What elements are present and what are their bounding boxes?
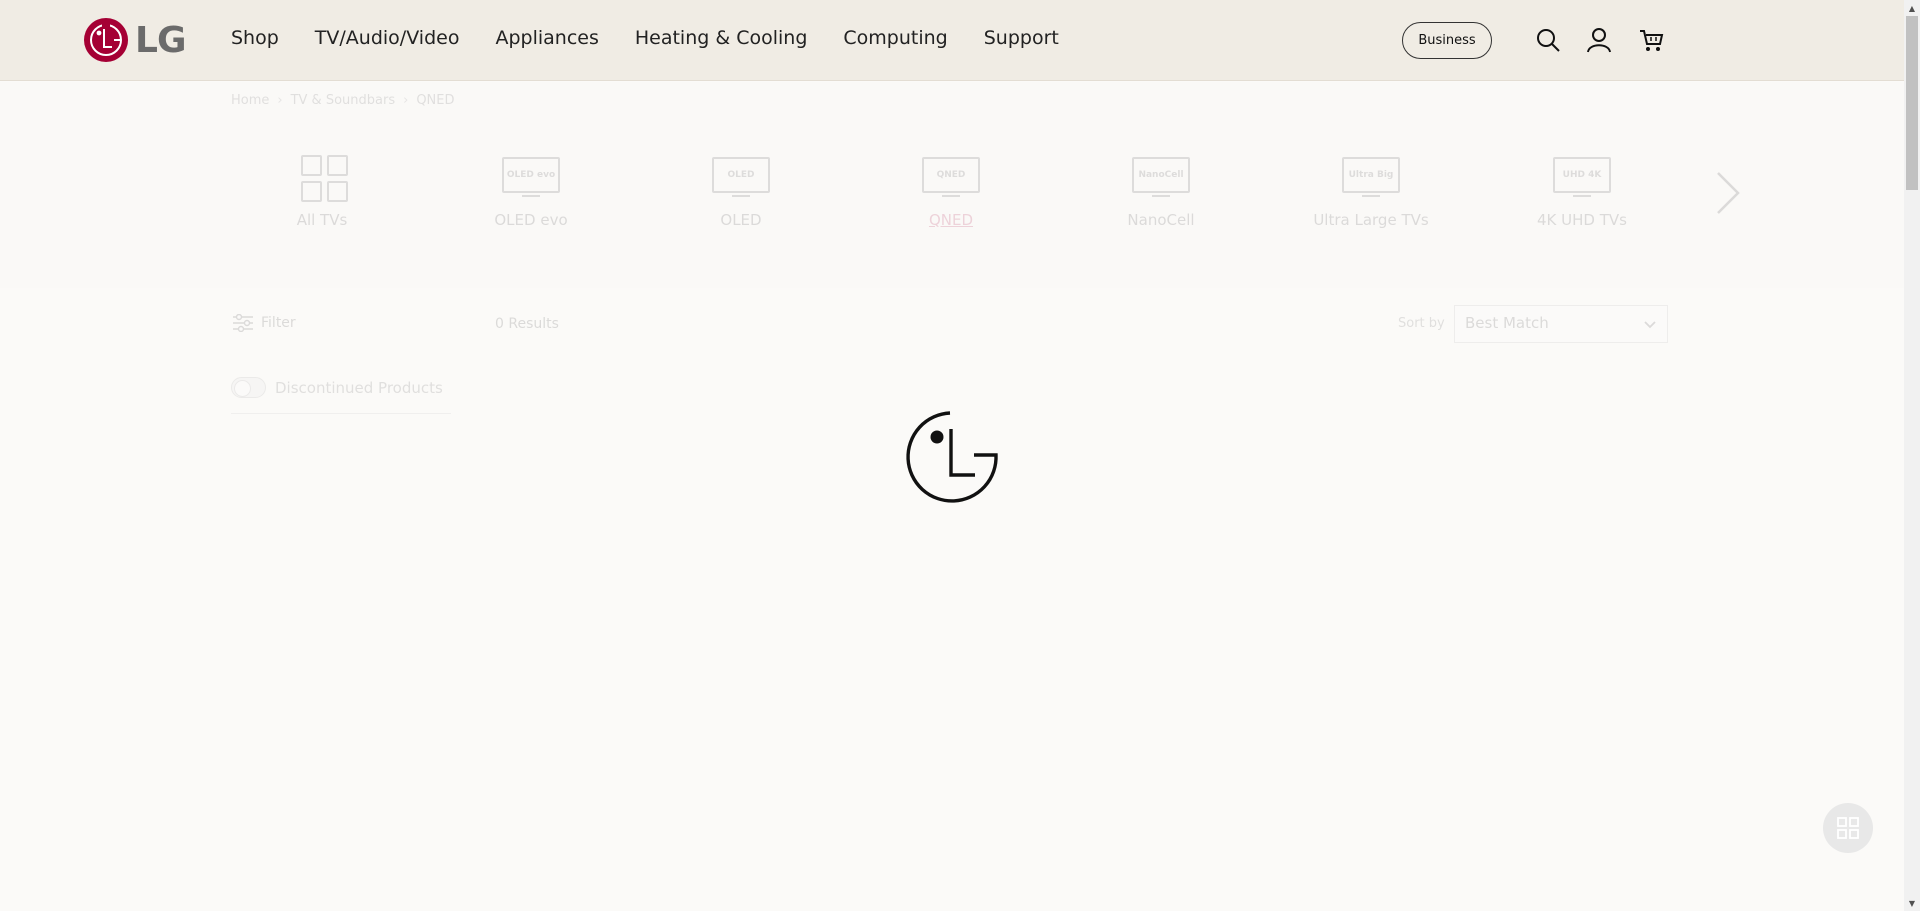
site-header: LG Shop TV/Audio/Video Appliances Heatin…	[0, 0, 1904, 81]
scrollbar-thumb[interactable]	[1906, 16, 1918, 190]
category-label: NanoCell	[1127, 211, 1195, 229]
category-label: OLED	[720, 211, 762, 229]
nav-item-appliances[interactable]: Appliances	[495, 27, 598, 49]
results-count: 0 Results	[495, 316, 559, 332]
logo-wordmark: LG	[135, 20, 186, 61]
tv-icon: UHD 4K	[1551, 155, 1613, 197]
category-label-active: QNED	[928, 211, 974, 229]
discontinued-products-row: Discontinued Products	[231, 377, 443, 398]
filter-label: Filter	[261, 315, 296, 331]
grid-icon	[291, 155, 353, 202]
filter-icon	[233, 314, 253, 332]
tv-icon: Ultra Big	[1340, 155, 1402, 197]
discontinued-label: Discontinued Products	[275, 378, 443, 397]
nav-item-computing[interactable]: Computing	[843, 27, 947, 49]
breadcrumb: Home › TV & Soundbars › QNED	[231, 93, 455, 108]
chevron-right-icon: ›	[403, 93, 409, 108]
nav-item-shop[interactable]: Shop	[231, 27, 279, 49]
category-oled-evo[interactable]: OLED evo OLED evo	[456, 155, 606, 229]
tv-icon: OLED evo	[500, 155, 562, 197]
lg-logo[interactable]: LG	[83, 17, 187, 63]
breadcrumb-home[interactable]: Home	[231, 93, 269, 108]
category-4k-uhd-tvs[interactable]: UHD 4K 4K UHD TVs	[1507, 155, 1657, 229]
cart-icon[interactable]	[1638, 27, 1664, 53]
sort-select[interactable]: Best Match	[1454, 305, 1668, 343]
account-icon[interactable]	[1586, 27, 1612, 53]
category-ultra-large-tvs[interactable]: Ultra Big Ultra Large TVs	[1296, 155, 1446, 229]
tv-icon: OLED	[710, 155, 772, 197]
scroll-up-arrow-icon[interactable]: ▲	[1904, 0, 1920, 16]
scroll-down-arrow-icon[interactable]: ▼	[1904, 895, 1920, 911]
filter-button[interactable]: Filter	[233, 314, 296, 332]
sort-value: Best Match	[1465, 314, 1549, 332]
category-label: OLED evo	[494, 211, 568, 229]
nav-item-tv-audio-video[interactable]: TV/Audio/Video	[315, 27, 460, 49]
lg-loading-icon	[906, 411, 998, 503]
category-label: Ultra Large TVs	[1313, 211, 1429, 229]
category-label: 4K UHD TVs	[1537, 211, 1627, 229]
tv-icon: QNED	[920, 155, 982, 197]
tv-icon: NanoCell	[1130, 155, 1192, 197]
divider	[231, 413, 451, 414]
discontinued-toggle[interactable]	[231, 377, 266, 398]
category-oled[interactable]: OLED OLED	[666, 155, 816, 229]
sort-by-label: Sort by	[1398, 316, 1445, 331]
lg-logo-mark-icon	[84, 18, 128, 62]
breadcrumb-current: QNED	[416, 93, 455, 108]
nav-item-heating-cooling[interactable]: Heating & Cooling	[635, 27, 808, 49]
breadcrumb-tv-soundbars[interactable]: TV & Soundbars	[291, 93, 396, 108]
chevron-down-icon	[1644, 321, 1656, 329]
chevron-right-icon[interactable]	[1714, 170, 1742, 216]
category-all-tvs[interactable]: All TVs	[247, 155, 397, 229]
chevron-right-icon: ›	[277, 93, 283, 108]
grid-icon	[1837, 817, 1859, 839]
main-nav: Shop TV/Audio/Video Appliances Heating &…	[231, 27, 1095, 49]
search-icon[interactable]	[1535, 27, 1561, 53]
category-qned[interactable]: QNED QNED	[876, 155, 1026, 229]
category-label: All TVs	[296, 211, 348, 229]
nav-item-support[interactable]: Support	[984, 27, 1059, 49]
business-button[interactable]: Business	[1402, 22, 1492, 59]
category-nanocell[interactable]: NanoCell NanoCell	[1086, 155, 1236, 229]
quick-menu-button[interactable]	[1823, 803, 1873, 853]
